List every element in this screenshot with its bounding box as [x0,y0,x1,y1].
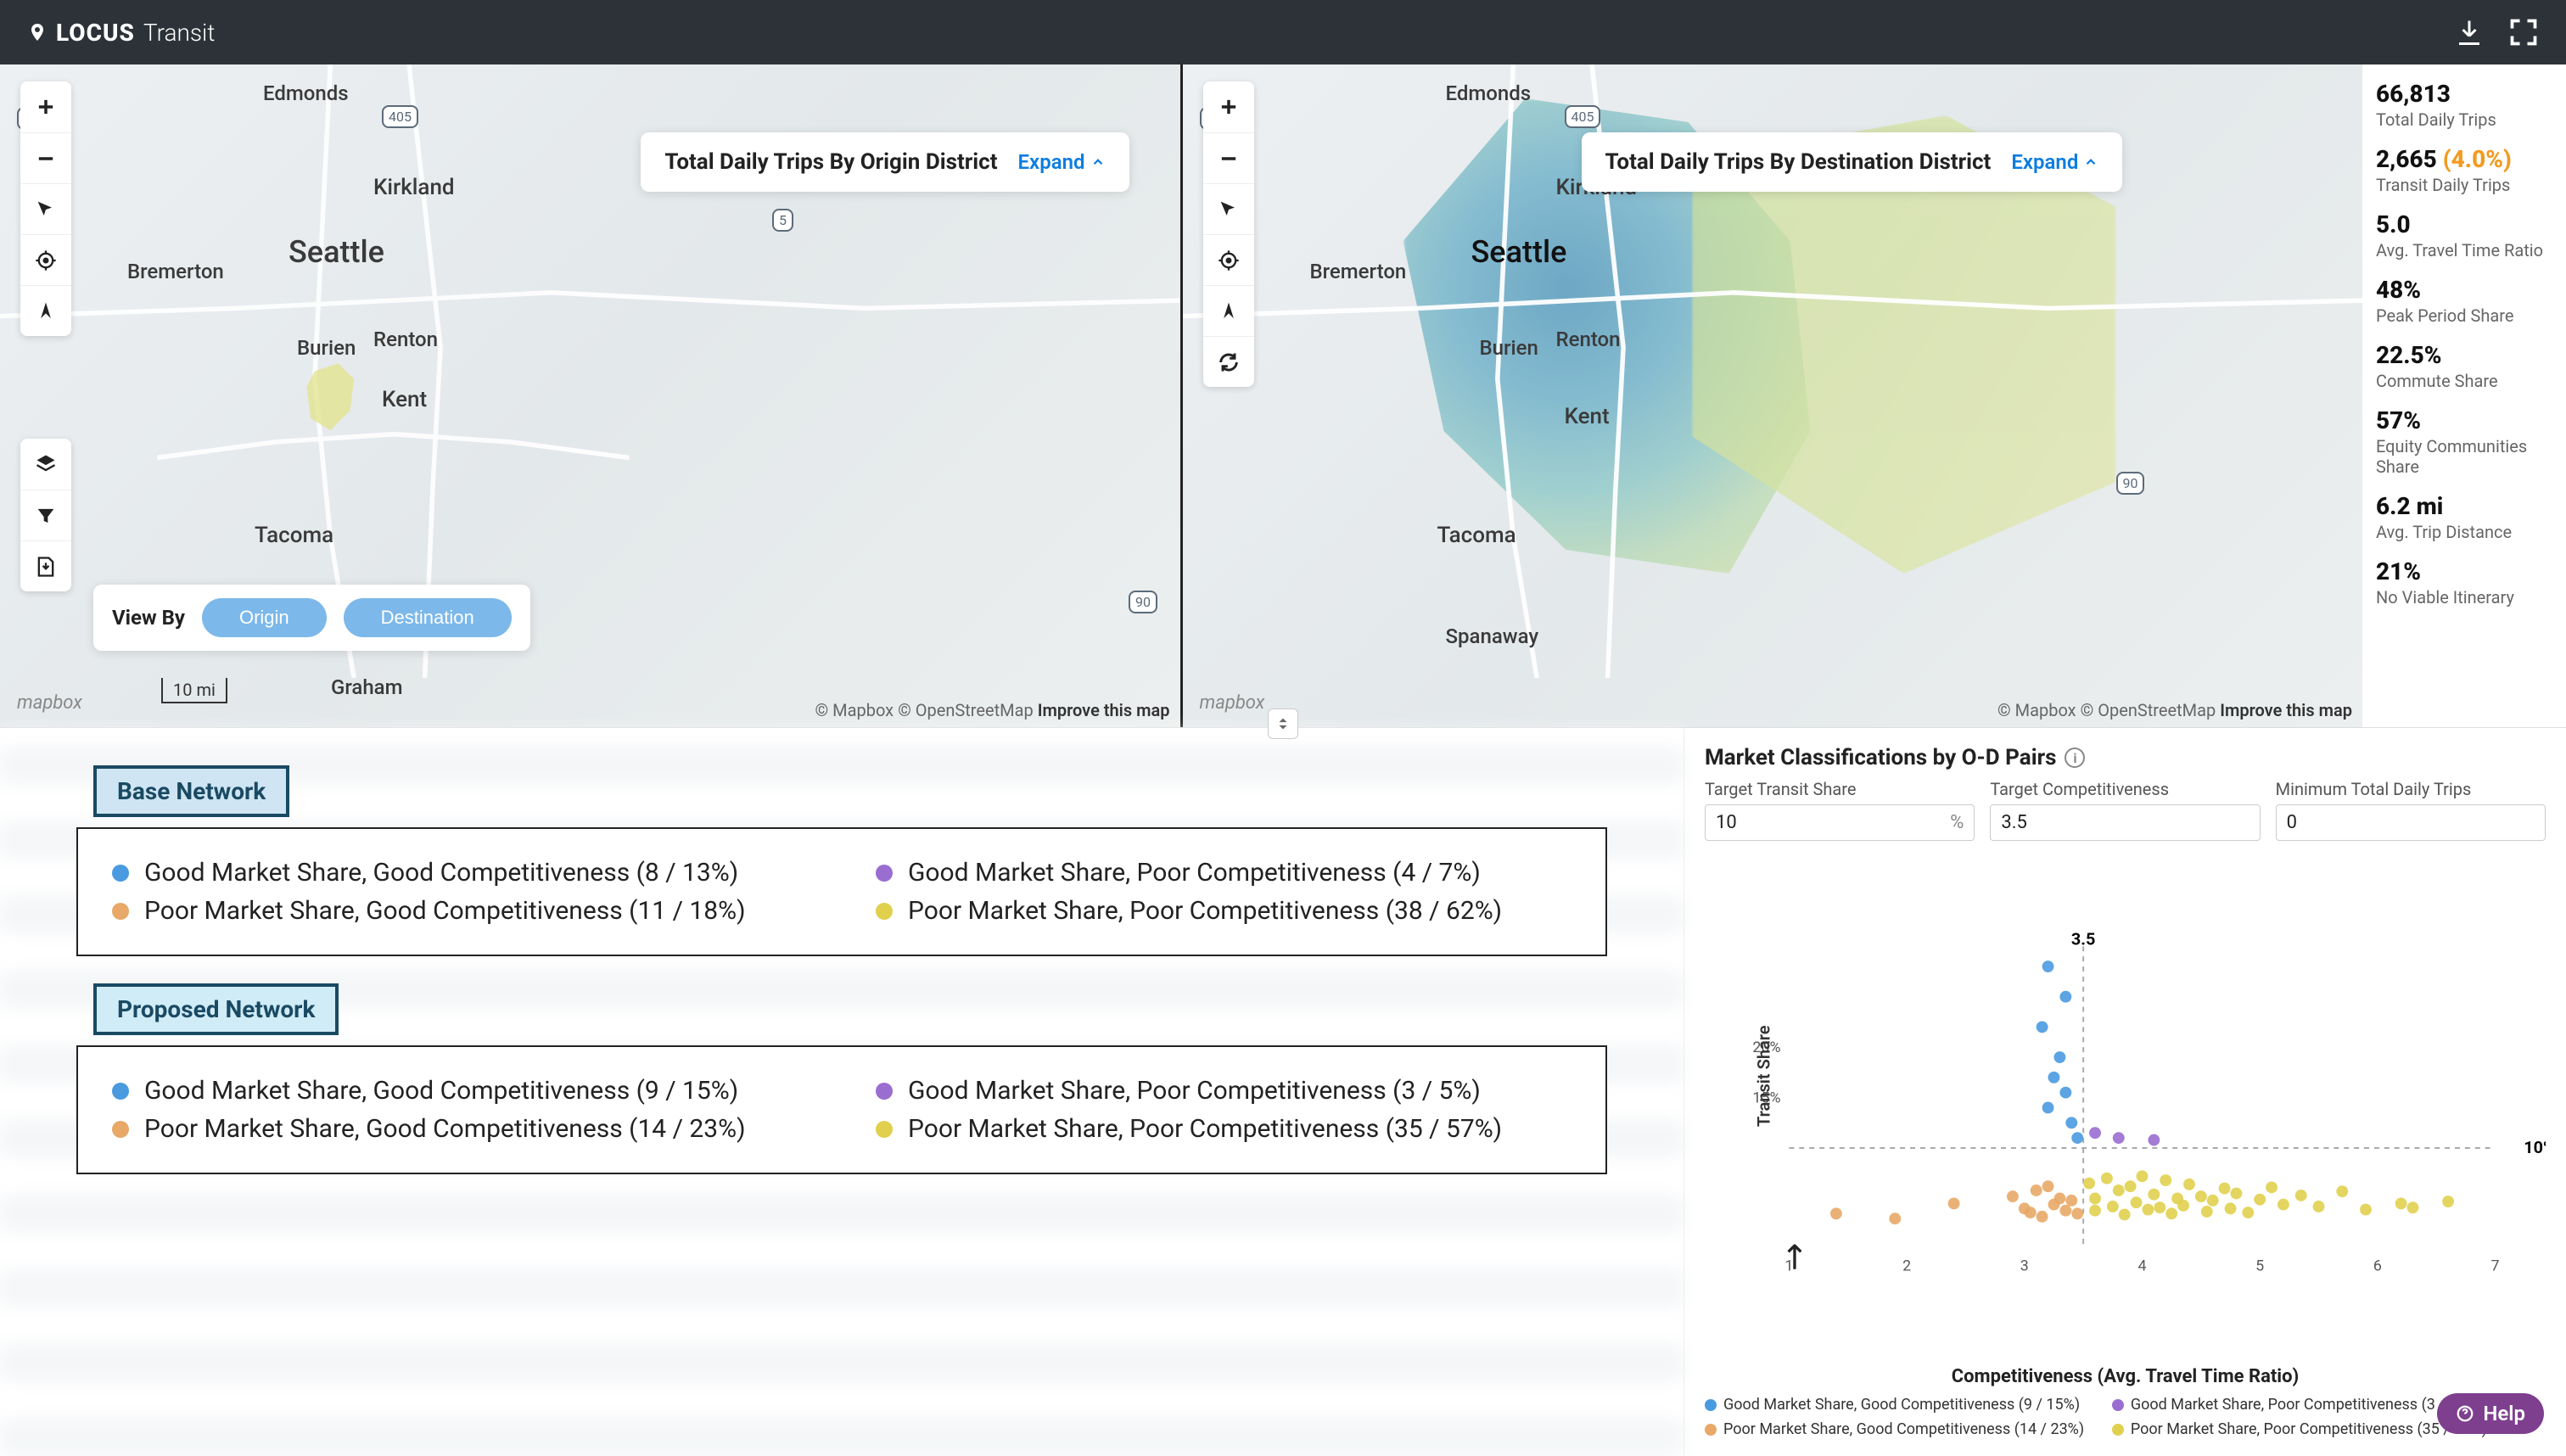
download-icon[interactable] [2454,17,2485,48]
proposed-network-box: Good Market Share, Good Competitiveness … [76,1045,1607,1174]
svg-text:5: 5 [2255,1257,2264,1275]
brand-thin: Transit [143,19,215,47]
svg-text:2: 2 [1902,1257,1911,1275]
scatter-plot: Transit Share 3.510%15%20%1234567 ↖ [1739,851,2546,1361]
view-by-origin-button[interactable]: Origin [202,598,327,637]
select-tool-button[interactable] [20,183,71,234]
info-icon[interactable]: i [2065,748,2085,768]
base-gp: Good Market Share, Poor Competitiveness … [876,858,1572,888]
legend-gg: Good Market Share, Good Competitiveness … [1705,1396,2092,1415]
map-destination-title: Total Daily Trips By Destination Distric… [1605,149,1992,175]
top-bar: LOCUS Transit [0,0,2566,64]
input-target-comp: Target Competitiveness 3.5 [1990,779,2260,841]
input-min-trips: Minimum Total Daily Trips 0 [2276,779,2546,841]
base-gg: Good Market Share, Good Competitiveness … [112,858,808,888]
svg-text:4: 4 [2137,1257,2146,1275]
market-chart-panel: Market Classifications by O-D Pairs i Ta… [1684,728,2566,1456]
view-by-toggle: View By Origin Destination [93,585,530,651]
scale-bar-left: 10 mi [161,678,227,703]
market-chart-title: Market Classifications by O-D Pairs i [1705,745,2546,770]
stat-noviable: 21%No Viable Itinerary [2376,557,2552,608]
zoom-in-button[interactable] [20,81,71,132]
locate-button-r[interactable] [1203,234,1254,285]
target-comp-field[interactable]: 3.5 [1990,804,2260,841]
base-network-box: Good Market Share, Good Competitiveness … [76,827,1607,956]
help-button[interactable]: Help [2437,1393,2544,1434]
map-divider-grip[interactable] [1268,708,1298,739]
mapbox-logo-right: mapbox [1200,692,1265,714]
scatter-legend: Good Market Share, Good Competitiveness … [1705,1396,2546,1439]
map-origin-title-card: Total Daily Trips By Origin District Exp… [641,132,1129,192]
stat-transit-trips: 2,665 (4.0%)Transit Daily Trips [2376,145,2552,195]
expand-destination-link[interactable]: Expand [2011,150,2098,174]
filter-button[interactable] [20,490,71,540]
stat-equity: 57%Equity Communities Share [2376,406,2552,477]
zoom-out-button-r[interactable] [1203,132,1254,183]
min-trips-field[interactable]: 0 [2276,804,2546,841]
market-chart-inputs: Target Transit Share 10% Target Competit… [1705,779,2546,841]
stat-ttr: 5.0Avg. Travel Time Ratio [2376,210,2552,260]
stat-total-trips: 66,813Total Daily Trips [2376,80,2552,130]
expand-origin-link[interactable]: Expand [1018,150,1106,174]
north-button-r[interactable] [1203,285,1254,336]
stats-column: 66,813Total Daily Trips 2,665 (4.0%)Tran… [2362,64,2566,727]
north-button[interactable] [20,285,71,336]
base-pg: Poor Market Share, Good Competitiveness … [112,896,808,926]
topbar-actions [2454,17,2539,48]
locate-button[interactable] [20,234,71,285]
proposed-pg: Poor Market Share, Good Competitiveness … [112,1114,808,1144]
attribution-right: © Mapbox © OpenStreetMap Improve this ma… [1997,700,2352,720]
proposed-gg: Good Market Share, Good Competitiveness … [112,1076,808,1106]
proposed-network-tag: Proposed Network [93,983,339,1035]
fullscreen-icon[interactable] [2508,17,2539,48]
y-axis-label: Transit Share [1754,1025,1774,1126]
improve-map-link-left[interactable]: Improve this map [1038,700,1170,720]
view-by-destination-button[interactable]: Destination [344,598,512,637]
classifications-panel: Base Network Good Market Share, Good Com… [0,728,1684,1456]
zoom-in-button-r[interactable] [1203,81,1254,132]
zoom-out-button[interactable] [20,132,71,183]
improve-map-link-right[interactable]: Improve this map [2220,700,2352,720]
map-origin-title: Total Daily Trips By Origin District [664,149,997,175]
layers-button[interactable] [20,439,71,490]
input-target-share: Target Transit Share 10% [1705,779,1975,841]
maps-row: Seattle Kirkland Edmonds Bremerton Burie… [0,64,2566,728]
attribution-left: © Mapbox © OpenStreetMap Improve this ma… [815,700,1170,720]
x-axis-label: Competitiveness (Avg. Travel Time Ratio) [1705,1366,2546,1387]
proposed-pp: Poor Market Share, Poor Competitiveness … [876,1114,1572,1144]
view-by-label: View By [112,606,185,630]
svg-text:10%: 10% [2524,1138,2546,1157]
map-tools-left-bottom [20,439,71,591]
proposed-gp: Good Market Share, Poor Competitiveness … [876,1076,1572,1106]
stat-dist: 6.2 miAvg. Trip Distance [2376,492,2552,542]
export-button[interactable] [20,540,71,591]
brand-bold: LOCUS [56,19,135,47]
svg-text:3: 3 [2020,1257,2029,1275]
lower-section: Base Network Good Market Share, Good Com… [0,728,2566,1456]
map-tools-right-top [1203,81,1254,387]
base-network-tag: Base Network [93,765,289,817]
legend-pg: Poor Market Share, Good Competitiveness … [1705,1420,2092,1440]
svg-text:7: 7 [2491,1257,2500,1275]
stat-commute: 22.5%Commute Share [2376,341,2552,391]
mapbox-logo-left: mapbox [17,692,82,714]
target-share-field[interactable]: 10% [1705,804,1975,841]
stat-peak: 48%Peak Period Share [2376,276,2552,326]
brand: LOCUS Transit [27,19,215,47]
map-origin[interactable]: Seattle Kirkland Edmonds Bremerton Burie… [0,64,1180,727]
map-destination-title-card: Total Daily Trips By Destination Distric… [1582,132,2123,192]
map-tools-left-top [20,81,71,336]
svg-text:3.5: 3.5 [2071,929,2095,949]
base-pp: Poor Market Share, Poor Competitiveness … [876,896,1572,926]
svg-text:6: 6 [2373,1257,2382,1275]
map-destination[interactable]: Seattle Kirkland Edmonds Bremerton Burie… [1180,64,2363,727]
refresh-button-r[interactable] [1203,336,1254,387]
select-tool-button-r[interactable] [1203,183,1254,234]
logo-pin-icon [27,22,48,42]
